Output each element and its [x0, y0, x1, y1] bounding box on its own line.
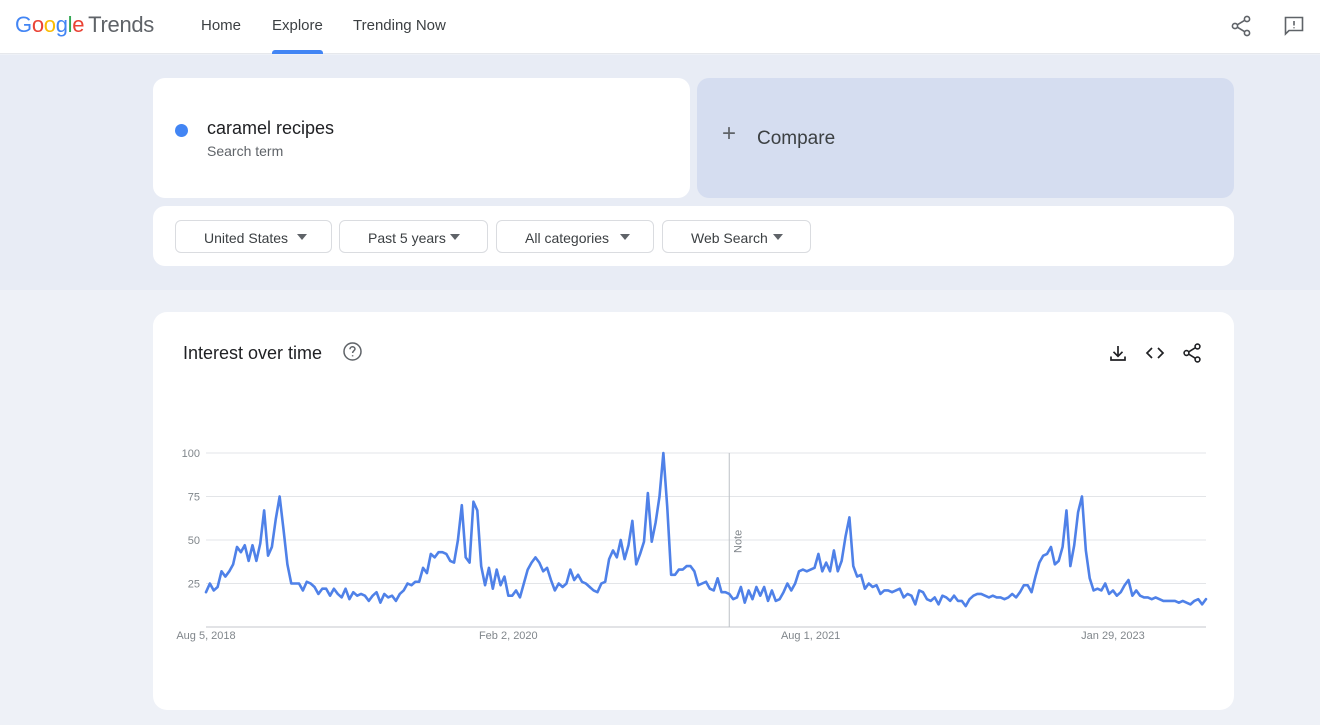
- filters-bar: United States Past 5 years All categorie…: [153, 206, 1234, 266]
- y-tick-label: 75: [188, 492, 200, 504]
- feedback-icon[interactable]: [1282, 14, 1306, 38]
- search-term-type: Search term: [207, 143, 284, 159]
- category-filter[interactable]: All categories: [496, 220, 654, 253]
- download-icon[interactable]: [1107, 342, 1129, 364]
- search-term-card[interactable]: caramel recipes Search term: [153, 78, 690, 198]
- search-property-filter[interactable]: Web Search: [662, 220, 811, 253]
- chart-title: Interest over time: [183, 343, 323, 363]
- y-tick-label: 100: [182, 448, 200, 460]
- search-term-name[interactable]: caramel recipes: [207, 118, 334, 139]
- x-tick-label: Aug 5, 2018: [176, 630, 235, 642]
- interest-over-time-card: 25 50 75 100 Aug 5, 2018 Feb 2, 2020 Aug 1, 20…: [153, 312, 1234, 710]
- note-label: Note: [732, 530, 744, 553]
- active-tab-indicator: [272, 50, 323, 54]
- compare-label: Compare: [757, 128, 836, 149]
- help-icon[interactable]: [342, 341, 363, 362]
- google-trends-logo[interactable]: Google Trends: [15, 12, 154, 38]
- share-icon[interactable]: [1181, 342, 1203, 364]
- dropdown-arrow-icon: [297, 234, 307, 240]
- compare-button[interactable]: + Compare: [697, 78, 1234, 198]
- time-range-filter-label: Past 5 years: [368, 230, 446, 246]
- y-tick-label: 25: [188, 579, 200, 591]
- share-icon[interactable]: [1229, 14, 1253, 38]
- nav-explore[interactable]: Explore: [272, 17, 323, 34]
- nav-trending-now[interactable]: Trending Now: [353, 17, 446, 34]
- region-filter-label: United States: [204, 230, 289, 246]
- region-filter[interactable]: United States: [175, 220, 332, 253]
- interest-over-time-chart[interactable]: 25 50 75 100 Aug 5, 2018 Feb 2, 2020 Aug 1, 20…: [153, 312, 1234, 710]
- dropdown-arrow-icon: [450, 234, 460, 240]
- x-tick-label: Feb 2, 2020: [479, 630, 538, 642]
- dropdown-arrow-icon: [773, 234, 783, 240]
- x-tick-label: Aug 1, 2021: [781, 630, 840, 642]
- top-app-bar: Google Trends Home Explore Trending Now: [0, 0, 1320, 54]
- dropdown-arrow-icon: [620, 234, 630, 240]
- x-tick-label: Jan 29, 2023: [1081, 630, 1145, 642]
- search-property-filter-label: Web Search: [691, 230, 768, 246]
- plus-icon: +: [722, 120, 737, 147]
- nav-home[interactable]: Home: [201, 17, 241, 34]
- term-color-dot: [175, 124, 188, 137]
- category-filter-label: All categories: [525, 230, 610, 246]
- time-range-filter[interactable]: Past 5 years: [339, 220, 488, 253]
- y-tick-label: 50: [188, 535, 200, 547]
- embed-icon[interactable]: [1144, 342, 1166, 364]
